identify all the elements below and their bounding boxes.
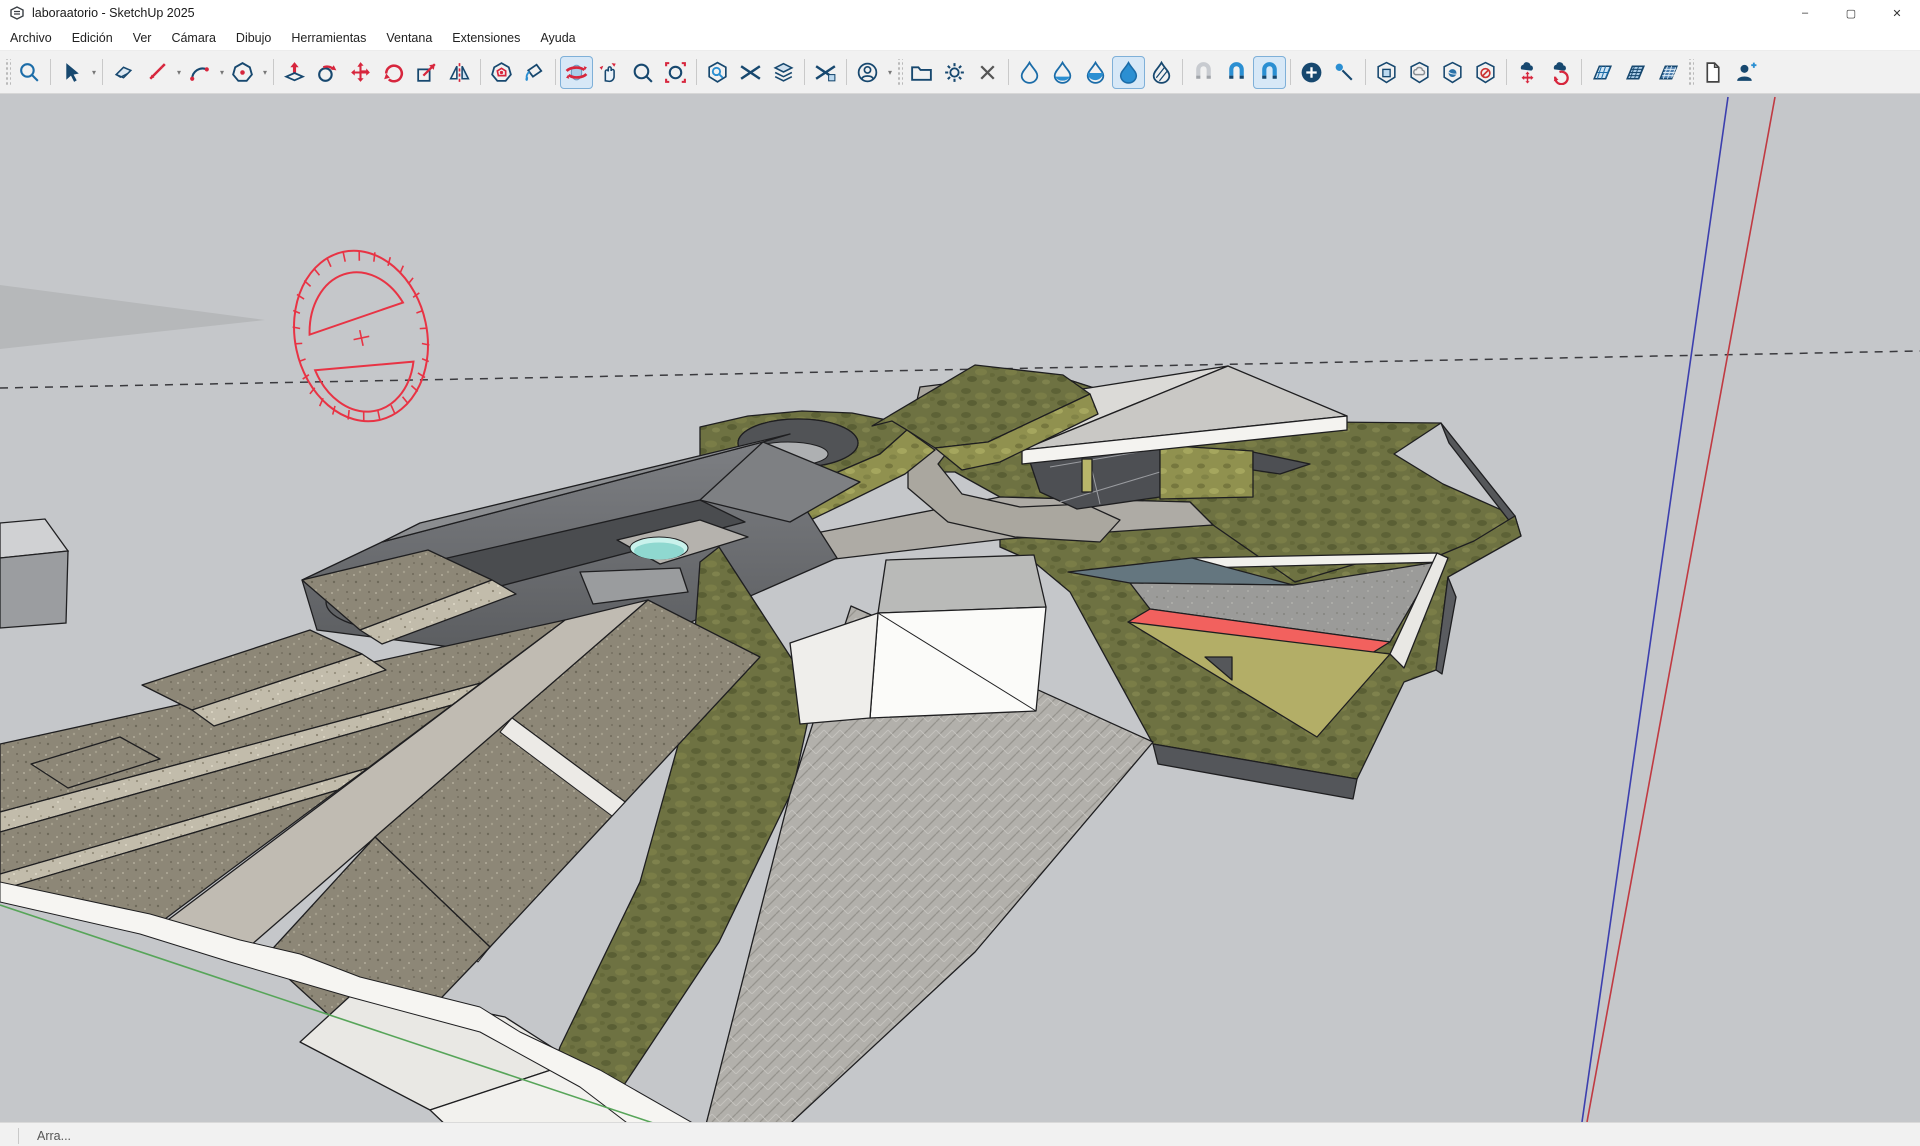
tool-sandbox-b-icon[interactable] [809, 56, 842, 89]
tool-flip-icon[interactable] [443, 56, 476, 89]
tool-followme-icon[interactable] [311, 56, 344, 89]
menu-ventana[interactable]: Ventana [376, 28, 442, 48]
tool-magnet-alt-icon[interactable] [1253, 56, 1286, 89]
tool-user-dropdown-icon[interactable]: ▾ [888, 68, 892, 77]
tool-shapes-dropdown-icon[interactable]: ▾ [263, 68, 267, 77]
toolbar-grip[interactable] [1687, 59, 1694, 85]
tool-drop-hatched-icon[interactable] [1145, 56, 1178, 89]
tool-magnet-icon[interactable] [1220, 56, 1253, 89]
toolbar-separator [696, 59, 697, 85]
tool-shapes-icon[interactable]: ▾ [226, 56, 259, 89]
toolbar-separator [1506, 59, 1507, 85]
tool-eraser-icon[interactable] [107, 56, 140, 89]
menu-extensiones[interactable]: Extensiones [442, 28, 530, 48]
tool-circle-plus-icon[interactable] [1295, 56, 1328, 89]
tool-box-slash-icon[interactable] [1469, 56, 1502, 89]
tool-arc-dropdown-icon[interactable]: ▾ [220, 68, 224, 77]
toolbar-separator [480, 59, 481, 85]
menu-ver[interactable]: Ver [123, 28, 162, 48]
tool-offset-icon[interactable] [485, 56, 518, 89]
toolbar-separator [273, 59, 274, 85]
pool-water [634, 543, 684, 560]
tool-pan-icon[interactable] [593, 56, 626, 89]
pavilion-post [1082, 459, 1092, 492]
tool-orbit-icon[interactable] [560, 56, 593, 89]
tool-gear-icon[interactable] [938, 56, 971, 89]
tool-box-cloud-icon[interactable] [1403, 56, 1436, 89]
tool-line-dropdown-icon[interactable]: ▾ [177, 68, 181, 77]
tool-box-sphere-icon[interactable] [1436, 56, 1469, 89]
tool-cloud-move-icon[interactable] [1511, 56, 1544, 89]
window-title: laboraatorio - SketchUp 2025 [32, 6, 195, 20]
menu-edicion[interactable]: Edición [62, 28, 123, 48]
menu-bar: ArchivoEdiciónVerCámaraDibujoHerramienta… [0, 26, 1920, 51]
sketchup-logo-icon [9, 5, 25, 21]
toolbar-separator [1365, 59, 1366, 85]
tool-arc-icon[interactable]: ▾ [183, 56, 216, 89]
tool-line-dot-icon[interactable] [1328, 56, 1361, 89]
tool-drop-empty-icon[interactable] [1013, 56, 1046, 89]
tool-inspect-icon[interactable] [701, 56, 734, 89]
toolbar-separator [1290, 59, 1291, 85]
status-grip [18, 1128, 23, 1144]
model-scene [0, 94, 1920, 1122]
tool-select-dropdown-icon[interactable]: ▾ [92, 68, 96, 77]
tool-select-icon[interactable]: ▾ [55, 56, 88, 89]
tool-close-x-icon[interactable] [971, 56, 1004, 89]
tool-zoom-icon[interactable] [626, 56, 659, 89]
toolbar-separator [50, 59, 51, 85]
tool-rotate-icon[interactable] [377, 56, 410, 89]
tool-paint-icon[interactable] [518, 56, 551, 89]
toolbar-grip[interactable] [896, 59, 903, 85]
toolbar-separator [1581, 59, 1582, 85]
menu-herramientas[interactable]: Herramientas [281, 28, 376, 48]
tool-magnet-disabled-icon[interactable] [1187, 56, 1220, 89]
box-roof [878, 555, 1046, 613]
menu-camara[interactable]: Cámara [161, 28, 225, 48]
toolbar-separator [1182, 59, 1183, 85]
status-message: Arra... [37, 1129, 71, 1143]
tool-mesh-smoove-icon[interactable] [1652, 56, 1685, 89]
toolbar-separator [555, 59, 556, 85]
tool-cloud-rotate-icon[interactable] [1544, 56, 1577, 89]
menu-dibujo[interactable]: Dibujo [226, 28, 281, 48]
minimize-icon[interactable]: – [1782, 0, 1828, 26]
tool-mesh-contours-icon[interactable] [1586, 56, 1619, 89]
tool-move-icon[interactable] [344, 56, 377, 89]
tool-new-document-icon[interactable] [1696, 56, 1729, 89]
status-bar: Arra... [0, 1122, 1920, 1146]
tool-user-icon[interactable]: ▾ [851, 56, 884, 89]
tool-folder-icon[interactable] [905, 56, 938, 89]
tool-pushpull-icon[interactable] [278, 56, 311, 89]
tool-person-add-icon[interactable] [1729, 56, 1762, 89]
tool-line-icon[interactable]: ▾ [140, 56, 173, 89]
tool-box-square-icon[interactable] [1370, 56, 1403, 89]
tool-search-icon[interactable] [13, 56, 46, 89]
menu-archivo[interactable]: Archivo [0, 28, 62, 48]
tool-drop-twothird-icon[interactable] [1079, 56, 1112, 89]
toolbar-grip[interactable] [4, 59, 11, 85]
tool-drop-full-icon[interactable] [1112, 56, 1145, 89]
tool-mesh-scratch-icon[interactable] [1619, 56, 1652, 89]
maximize-icon[interactable]: ▢ [1828, 0, 1874, 26]
toolbar: ▾▾▾▾▾ [0, 51, 1920, 94]
tool-scale-icon[interactable] [410, 56, 443, 89]
toolbar-separator [846, 59, 847, 85]
tool-layers-icon[interactable] [767, 56, 800, 89]
tool-drop-third-icon[interactable] [1046, 56, 1079, 89]
close-icon[interactable]: ✕ [1874, 0, 1920, 26]
tool-sandbox-a-icon[interactable] [734, 56, 767, 89]
toolbar-separator [804, 59, 805, 85]
title-bar: laboraatorio - SketchUp 2025 – ▢ ✕ [0, 0, 1920, 26]
pavilion-moss-wall [1160, 445, 1253, 499]
menu-ayuda[interactable]: Ayuda [530, 28, 585, 48]
viewport-canvas[interactable] [0, 94, 1920, 1122]
toolbar-separator [102, 59, 103, 85]
tool-zoom-extents-icon[interactable] [659, 56, 692, 89]
toolbar-separator [1008, 59, 1009, 85]
